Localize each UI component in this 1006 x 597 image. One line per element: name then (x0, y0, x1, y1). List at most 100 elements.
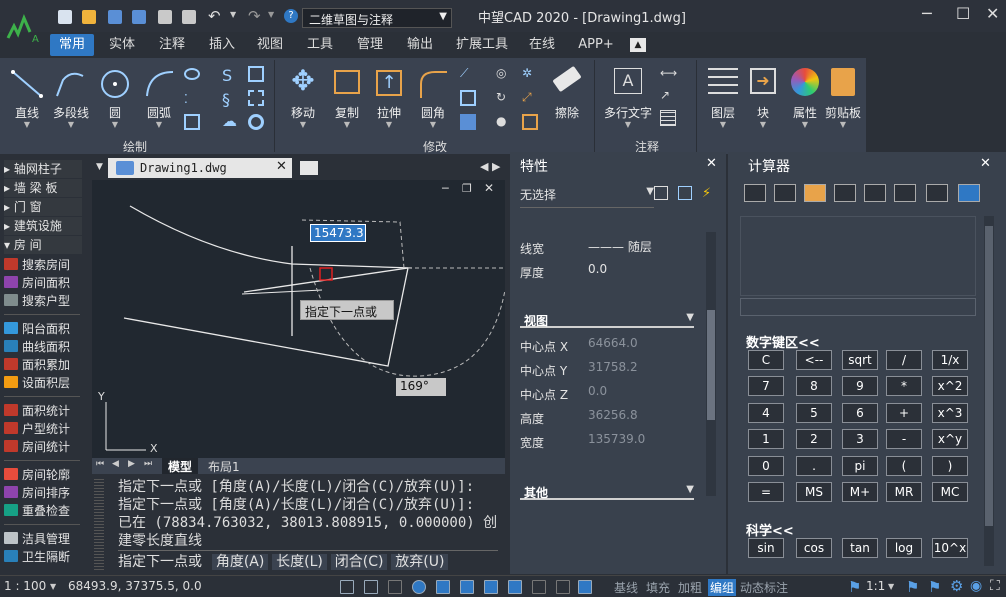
isolate-objects-icon[interactable]: ◉ (970, 578, 982, 594)
rectangle-icon[interactable] (184, 114, 200, 130)
tab-tools[interactable]: 工具 (300, 34, 340, 56)
selection-dropdown[interactable]: 无选择 ▼ (520, 186, 654, 208)
calc-key[interactable]: x^2 (932, 376, 968, 397)
leader-icon[interactable]: ↗ (660, 88, 676, 104)
get-coordinates-icon[interactable] (804, 184, 826, 202)
prev-layout-icon[interactable]: ◀ (112, 459, 119, 469)
point-icon[interactable]: ⁚ (184, 92, 200, 108)
open-folder-icon[interactable] (82, 10, 96, 24)
palette-item-room-sort[interactable]: 房间排序 (4, 484, 70, 502)
option-angle[interactable]: 角度(A) (211, 554, 269, 570)
palette-item-overlap-check[interactable]: 重叠检查 (4, 502, 70, 520)
cloud-icon[interactable]: ☁ (222, 112, 238, 130)
ribbon-collapse-icon[interactable]: ▲ (630, 38, 646, 52)
tab-list-icon[interactable]: ▼ (96, 162, 103, 172)
calc-key[interactable]: - (886, 429, 922, 450)
fillet-button[interactable]: 圆角 ▼ (408, 62, 458, 132)
calc-input-field[interactable] (740, 298, 976, 316)
region-icon[interactable] (248, 66, 264, 82)
fullscreen-icon[interactable]: ⛶ (990, 578, 1000, 594)
calc-key[interactable]: MR (886, 482, 922, 502)
calc-key[interactable]: sqrt (842, 350, 878, 370)
auto-scale-icon[interactable]: ⚑ (906, 578, 919, 596)
drawing-canvas[interactable]: ─ ❐ ✕ Y X 15473.3 指定下一点或 169° (92, 180, 505, 458)
tab-scroll-left-icon[interactable]: ◀ (480, 160, 488, 173)
palette-header-grid[interactable]: ▸ 轴网柱子 (4, 160, 82, 178)
spline-icon[interactable]: S (222, 66, 238, 85)
offset-icon[interactable]: ◎ (496, 66, 512, 82)
calc-key[interactable]: 1/x (932, 350, 968, 370)
close-tab-icon[interactable]: ✕ (276, 159, 287, 174)
palette-item-area-layer[interactable]: 设面积层 (4, 374, 70, 392)
command-grip[interactable] (94, 478, 104, 570)
calc-key[interactable]: 9 (842, 376, 878, 397)
tab-solid[interactable]: 实体 (102, 34, 142, 56)
clipboard-button[interactable]: 剪贴板 ▼ (820, 62, 866, 132)
table-icon[interactable] (660, 110, 676, 126)
annotation-visibility-icon[interactable]: ⚑ (848, 578, 861, 596)
trim-icon[interactable]: ⟋ (460, 66, 476, 82)
workspace-select[interactable]: 二维草图与注释 ▼ (302, 8, 452, 28)
maximize-icon[interactable]: ☐ (956, 4, 970, 23)
tab-layout1[interactable]: 布局1 (204, 458, 244, 475)
palette-header-door[interactable]: ▸ 门 窗 (4, 198, 82, 216)
calc-sci-key[interactable]: 10^x (932, 538, 968, 558)
settings-gear-icon[interactable]: ⚙ (950, 577, 963, 595)
calc-key[interactable]: 1 (748, 429, 784, 450)
app-logo-icon[interactable]: A (4, 4, 46, 48)
calc-key[interactable]: MS (796, 482, 832, 502)
intersection-icon[interactable] (926, 184, 948, 202)
first-layout-icon[interactable]: ⏮ (96, 459, 104, 469)
calc-key[interactable]: 3 (842, 429, 878, 450)
calc-key[interactable]: 8 (796, 376, 832, 397)
palette-item-fixture-manage[interactable]: 洁具管理 (4, 530, 70, 548)
palette-item-room-stats[interactable]: 房间统计 (4, 438, 70, 456)
line-button[interactable]: 直线 ▼ (2, 62, 52, 132)
redo-icon[interactable]: ↷ (248, 7, 261, 25)
annotation-scale-icon[interactable]: ⚑ (928, 578, 941, 596)
palette-item-area-sum[interactable]: 面积累加 (4, 356, 70, 374)
break-icon[interactable]: ● (496, 114, 512, 130)
revcloud-icon[interactable]: § (222, 90, 238, 109)
toggle-hatch[interactable]: 填充 (646, 579, 670, 596)
calc-key[interactable]: ) (932, 455, 968, 476)
undo-icon[interactable]: ↶ (208, 7, 221, 25)
snap-mode-icon[interactable] (364, 580, 378, 594)
mtext-button[interactable]: A 多行文字 ▼ (600, 62, 656, 132)
tab-insert[interactable]: 插入 (202, 34, 242, 56)
calc-sci-key[interactable]: log (886, 538, 922, 558)
undo-dropdown-icon[interactable]: ▼ (230, 10, 236, 19)
palette-item-room-outline[interactable]: 房间轮廓 (4, 466, 70, 484)
close-icon[interactable]: ✕ (706, 156, 717, 171)
polar-tracking-icon[interactable] (412, 580, 426, 594)
tab-drawing1[interactable]: Drawing1.dwg (108, 158, 292, 178)
tab-output[interactable]: 输出 (400, 34, 440, 56)
close-icon[interactable]: ✕ (980, 156, 991, 171)
clear-icon[interactable] (744, 184, 766, 202)
new-tab-icon[interactable] (300, 161, 318, 175)
donut-icon[interactable] (248, 114, 264, 130)
array-icon[interactable] (460, 114, 476, 130)
option-length[interactable]: 长度(L) (272, 554, 327, 570)
zoom-scale[interactable]: 1:1 (866, 579, 885, 593)
tab-annotate[interactable]: 注释 (152, 34, 192, 56)
calc-key[interactable]: + (886, 402, 922, 423)
palette-header-wall[interactable]: ▸ 墙 梁 板 (4, 179, 82, 197)
tab-view[interactable]: 视图 (250, 34, 290, 56)
palette-header-facility[interactable]: ▸ 建筑设施 (4, 217, 82, 235)
linear-dim-icon[interactable]: ⟷ (660, 66, 677, 82)
toggle-pickadd-icon[interactable] (654, 186, 668, 200)
scientific-section-label[interactable]: 科学<< (746, 520, 794, 539)
minimize-icon[interactable]: ─ (922, 4, 932, 23)
palette-item-room-area[interactable]: 房间面积 (4, 274, 70, 292)
dynamic-input-icon[interactable] (508, 580, 522, 594)
calc-key[interactable]: 5 (796, 402, 832, 423)
calc-key[interactable]: C (748, 350, 784, 370)
distance-icon[interactable] (864, 184, 886, 202)
mirror-icon[interactable] (460, 90, 476, 106)
palette-item-search-unit[interactable]: 搜索户型 (4, 292, 70, 310)
toggle-dynamic-dim[interactable]: 动态标注 (740, 579, 788, 596)
dynamic-ucs-icon[interactable] (484, 580, 498, 594)
command-window[interactable]: 指定下一点或 [角度(A)/长度(L)/闭合(C)/放弃(U)]: 指定下一点或… (92, 474, 505, 574)
other-section-header[interactable]: 其他 ▼ (520, 484, 694, 500)
